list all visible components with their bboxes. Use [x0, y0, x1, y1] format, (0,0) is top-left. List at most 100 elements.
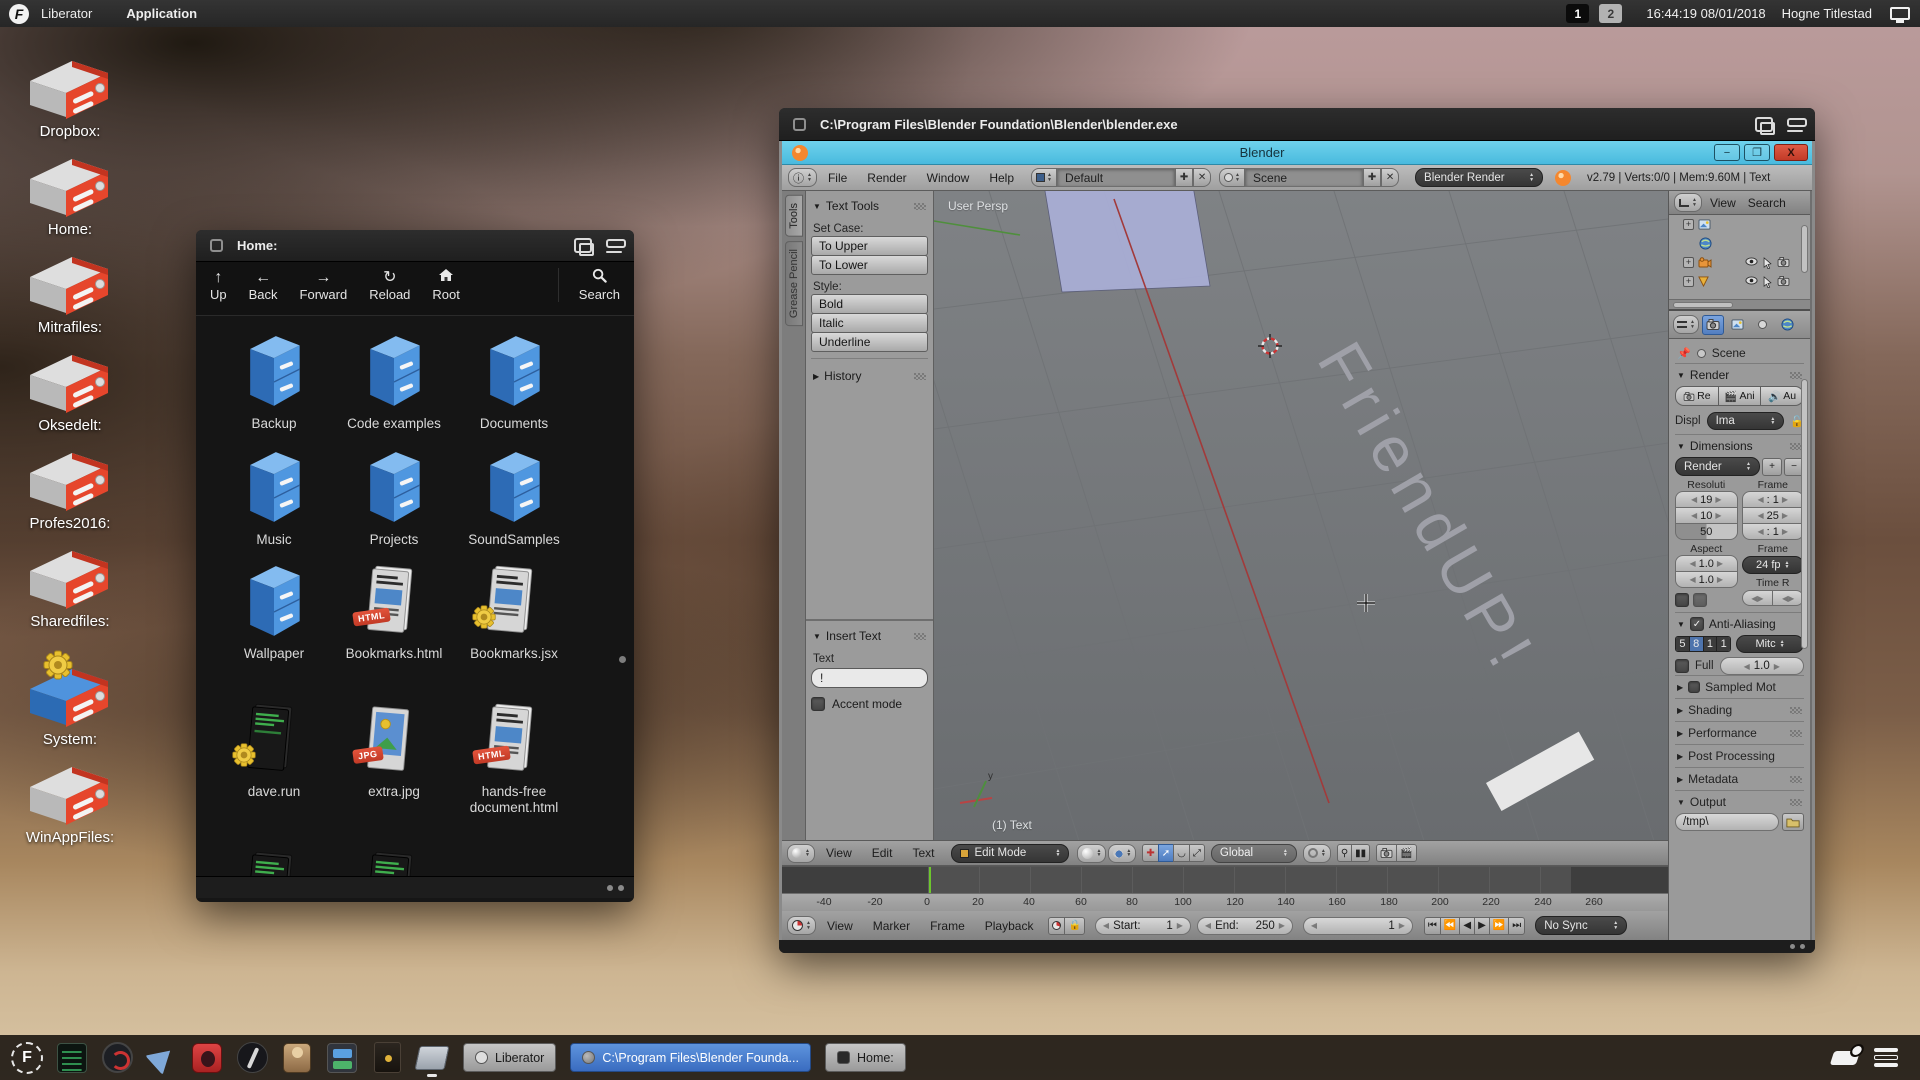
- desktop-icon-mitrafiles[interactable]: Mitrafiles:: [10, 238, 130, 336]
- render-preset-select[interactable]: Render▲▼: [1675, 457, 1760, 476]
- viewport-menu-text[interactable]: Text: [903, 846, 943, 860]
- resize-grip-dot[interactable]: [618, 885, 624, 891]
- file-item-code-examples[interactable]: Code examples: [347, 332, 441, 448]
- file-item-partial[interactable]: [241, 848, 307, 876]
- orientation-select[interactable]: Global ▲▼: [1211, 844, 1297, 863]
- aa-samples-5[interactable]: 5: [1676, 637, 1689, 651]
- output-panel-header[interactable]: ▼Output: [1675, 790, 1804, 813]
- snap-element-icon[interactable]: ▮▮: [1351, 844, 1370, 862]
- translate-manipulator-icon[interactable]: ➚: [1158, 844, 1174, 862]
- file-item-soundsamples[interactable]: SoundSamples: [468, 448, 560, 562]
- timeline-editor-type-button[interactable]: ▲▼: [787, 916, 816, 935]
- file-item-projects[interactable]: Projects: [361, 448, 427, 562]
- frame-start-field[interactable]: ◀: 1▶: [1742, 491, 1805, 508]
- timeline-menu-marker[interactable]: Marker: [864, 919, 919, 933]
- desktop-icon-system[interactable]: System:: [10, 630, 130, 748]
- insert-text-panel-header[interactable]: ▼ Insert Text: [811, 625, 928, 647]
- outliner-menu-search[interactable]: Search: [1744, 196, 1790, 210]
- desktop-icon-oksedelt[interactable]: Oksedelt:: [10, 336, 130, 434]
- stack-windows-icon[interactable]: [1755, 117, 1773, 132]
- timeline-menu-frame[interactable]: Frame: [921, 919, 974, 933]
- panel-grip-icon[interactable]: [1790, 372, 1802, 379]
- start-frame-field[interactable]: ◀Start: 1▶: [1095, 917, 1191, 935]
- aspect-x-field[interactable]: ◀1.0▶: [1675, 555, 1738, 572]
- jump-to-end-button[interactable]: ⏭: [1508, 917, 1525, 935]
- border-checkbox[interactable]: [1675, 593, 1689, 607]
- desktop-icon-winappfiles[interactable]: WinAppFiles:: [10, 748, 130, 846]
- panel-grip-icon[interactable]: [914, 373, 926, 380]
- time-remap-old-field[interactable]: ◀▶: [1742, 590, 1774, 606]
- minimized-app-icon[interactable]: [415, 1041, 449, 1075]
- renderable-camera-icon[interactable]: [1777, 276, 1790, 286]
- media-app-icon[interactable]: [190, 1041, 224, 1075]
- aspect-y-field[interactable]: ◀1.0▶: [1675, 571, 1738, 588]
- outliner-scrollbar[interactable]: [1801, 225, 1808, 273]
- outliner-hscrollbar[interactable]: [1669, 299, 1810, 309]
- resolution-percentage-slider[interactable]: 50: [1675, 523, 1738, 540]
- manipulator-axes-icon[interactable]: ✚: [1142, 844, 1158, 862]
- timeline-menu-playback[interactable]: Playback: [976, 919, 1043, 933]
- play-reverse-button[interactable]: ◀: [1459, 917, 1475, 935]
- viewport-shading-button[interactable]: ▲▼: [1077, 844, 1106, 863]
- output-browse-button[interactable]: [1782, 813, 1804, 831]
- menu-application[interactable]: Application: [126, 6, 197, 21]
- delete-layout-button[interactable]: ✕: [1193, 168, 1211, 187]
- end-frame-field[interactable]: ◀End: 250▶: [1197, 917, 1293, 935]
- book-app-icon[interactable]: [370, 1041, 404, 1075]
- pivot-center-button[interactable]: ▲▼: [1108, 844, 1136, 863]
- display-icon[interactable]: [1890, 7, 1910, 20]
- editor-type-button[interactable]: ⓘ ▲▼: [788, 168, 817, 187]
- tray-layers-icon[interactable]: [1874, 1048, 1898, 1067]
- render-animation-button[interactable]: 🎬Ani: [1718, 386, 1762, 406]
- snap-magnet-icon[interactable]: ⚲: [1337, 844, 1352, 862]
- italic-button[interactable]: Italic: [811, 313, 928, 333]
- lock-icon[interactable]: 🔒: [1064, 917, 1084, 935]
- output-path-field[interactable]: /tmp\: [1675, 813, 1779, 831]
- menu-render[interactable]: Render: [858, 171, 915, 185]
- selectable-cursor-icon[interactable]: [1763, 276, 1772, 288]
- opengl-render-icon[interactable]: [1376, 844, 1397, 862]
- minimize-window-icon[interactable]: [1787, 117, 1805, 132]
- panel-grip-icon[interactable]: [1790, 776, 1802, 783]
- search-button[interactable]: Search: [558, 268, 620, 302]
- viewport-menu-edit[interactable]: Edit: [863, 846, 902, 860]
- menu-help[interactable]: Help: [980, 171, 1023, 185]
- play-button[interactable]: ▶: [1474, 917, 1490, 935]
- back-button[interactable]: ← Back: [249, 268, 278, 302]
- aa-full-sample-checkbox[interactable]: [1675, 659, 1689, 673]
- expand-icon[interactable]: +: [1683, 257, 1694, 268]
- antialiasing-panel-header[interactable]: ▼ ✓ Anti-Aliasing: [1675, 612, 1804, 635]
- history-panel-header[interactable]: ▶ History: [811, 365, 928, 387]
- outliner-tree[interactable]: + +: [1669, 215, 1810, 299]
- jump-to-start-button[interactable]: ⏮: [1424, 917, 1441, 935]
- outliner-row-camera[interactable]: +: [1669, 253, 1810, 272]
- file-item-backup[interactable]: Backup: [241, 332, 307, 448]
- panel-grip-icon[interactable]: [1790, 707, 1802, 714]
- taskbar-button-blender[interactable]: C:\Program Files\Blender Founda...: [570, 1043, 811, 1072]
- visibility-eye-icon[interactable]: [1745, 276, 1758, 285]
- layout-name[interactable]: Default: [1057, 168, 1175, 187]
- aa-samples-16[interactable]: 1: [1716, 637, 1730, 651]
- file-item-handsfree-html[interactable]: HTML hands-free document.html: [461, 700, 567, 848]
- sync-mode-select[interactable]: No Sync ▲▼: [1535, 916, 1627, 935]
- reload-button[interactable]: ↻ Reload: [369, 268, 410, 302]
- metadata-panel-header[interactable]: ▶Metadata: [1675, 767, 1804, 790]
- stack-windows-icon[interactable]: [574, 238, 592, 253]
- tray-drive-icon[interactable]: [1830, 1051, 1861, 1065]
- post-processing-panel-header[interactable]: ▶Post Processing: [1675, 744, 1804, 767]
- avatar-app-icon[interactable]: [280, 1041, 314, 1075]
- expand-icon[interactable]: +: [1683, 276, 1694, 287]
- blender-restore-button[interactable]: ❐: [1744, 144, 1770, 161]
- viewport-editor-type-button[interactable]: ▲▼: [787, 844, 815, 863]
- text-tools-panel-header[interactable]: ▼ Text Tools: [811, 195, 928, 217]
- taskbar-button-liberator[interactable]: Liberator: [463, 1043, 556, 1072]
- underline-button[interactable]: Underline: [811, 332, 928, 352]
- viewport-3d[interactable]: FriendUP! y: [934, 191, 1668, 840]
- taskbar-button-home[interactable]: Home:: [825, 1043, 906, 1072]
- aa-samples-8[interactable]: 8: [1689, 637, 1703, 651]
- desktop-icon-profes2016[interactable]: Profes2016:: [10, 434, 130, 532]
- fps-select[interactable]: 24 fp▲▼: [1742, 556, 1805, 574]
- tab-world-properties[interactable]: [1777, 315, 1799, 335]
- tab-grease-pencil[interactable]: Grease Pencil: [785, 241, 803, 326]
- panel-grip-icon[interactable]: [914, 633, 926, 640]
